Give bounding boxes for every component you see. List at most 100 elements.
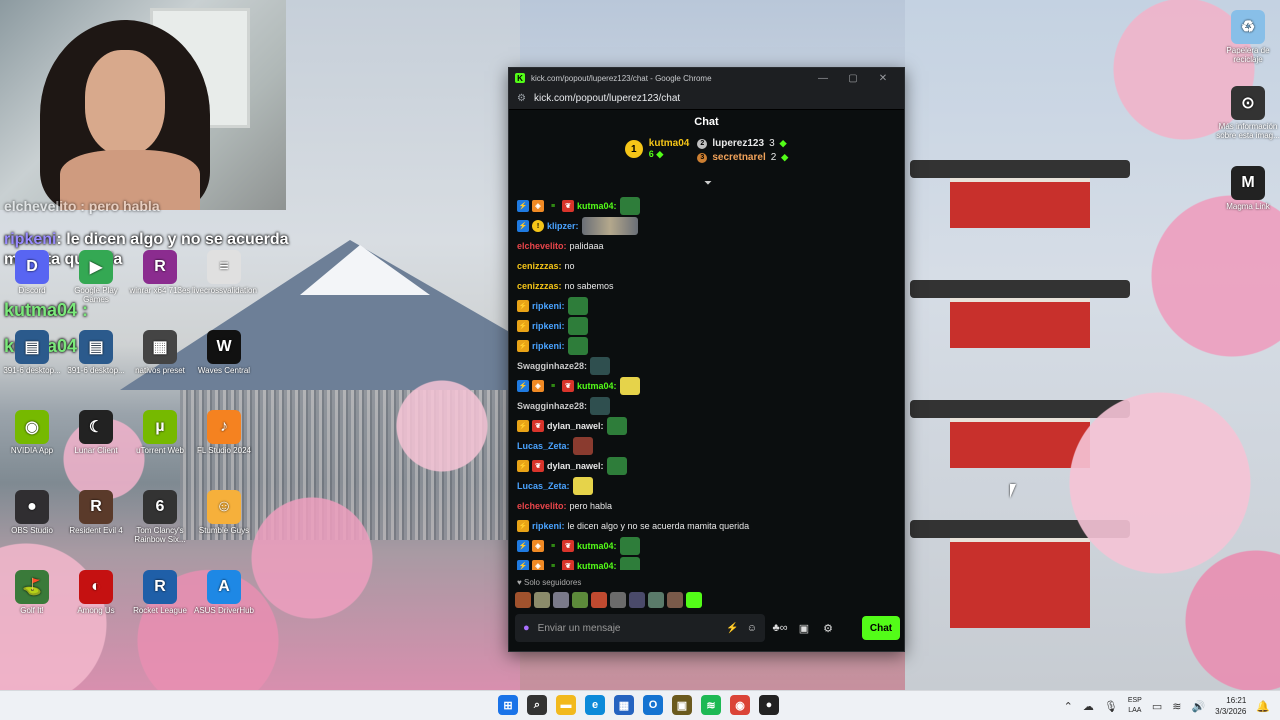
user-badge-icon[interactable]: ⚡ bbox=[517, 300, 529, 312]
desktop-icon[interactable]: ☺ Stumble Guys bbox=[192, 490, 256, 535]
chat-username[interactable]: Lucas_Zeta: bbox=[517, 441, 570, 451]
emote-shortcut[interactable] bbox=[610, 592, 626, 608]
chat-emote[interactable] bbox=[567, 297, 588, 315]
search-icon[interactable]: ⌕ bbox=[527, 695, 547, 715]
chat-username[interactable]: kutma04: bbox=[577, 201, 617, 211]
clock[interactable]: 16:21 3/3/2026 bbox=[1215, 695, 1246, 717]
chat-message[interactable]: ⚡ ripkeni: bbox=[517, 296, 897, 316]
chat-username[interactable]: kutma04: bbox=[577, 381, 617, 391]
user-badge-icon[interactable]: ≡ bbox=[547, 560, 559, 570]
chat-username[interactable]: elchevelito: bbox=[517, 241, 567, 251]
chat-message[interactable]: cenizzzas: no bbox=[517, 256, 897, 276]
emote-shortcut[interactable] bbox=[553, 592, 569, 608]
user-badge-icon[interactable]: ◈ bbox=[532, 200, 544, 212]
chat-username[interactable]: dylan_nawel: bbox=[547, 461, 604, 471]
desktop-icon[interactable]: ▤ 391-6 desktop... bbox=[64, 330, 128, 375]
emote-shortcut[interactable] bbox=[648, 592, 664, 608]
collapse-pinned-icon[interactable]: ⏷ bbox=[704, 178, 712, 189]
chat-emote[interactable] bbox=[590, 397, 611, 415]
chat-username[interactable]: ripkeni: bbox=[532, 301, 565, 311]
user-badge-icon[interactable]: ⚡ bbox=[517, 340, 529, 352]
user-badge-icon[interactable]: ❦ bbox=[562, 200, 574, 212]
user-badge-icon[interactable]: ❦ bbox=[562, 380, 574, 392]
user-badge-icon[interactable]: ❦ bbox=[532, 460, 544, 472]
file-explorer-icon[interactable]: ▬ bbox=[556, 695, 576, 715]
chat-message[interactable]: ⚡ ◈ ≡ ❦ kutma04: bbox=[517, 196, 897, 216]
spotify-icon[interactable]: ≋ bbox=[701, 695, 721, 715]
chat-input-placeholder[interactable]: Enviar un mensaje bbox=[538, 623, 719, 634]
user-badge-icon[interactable]: ❦ bbox=[562, 560, 574, 570]
user-badge-icon[interactable]: ! bbox=[532, 220, 544, 232]
chat-username[interactable]: ripkeni: bbox=[532, 341, 565, 351]
user-badge-icon[interactable]: ❦ bbox=[532, 420, 544, 432]
user-badge-icon[interactable]: ≡ bbox=[547, 540, 559, 552]
chevron-up-icon[interactable]: ⌃ bbox=[1064, 700, 1073, 713]
calculator-icon[interactable]: ▦ bbox=[614, 695, 634, 715]
microphone-icon[interactable]: 🎙 bbox=[1104, 700, 1118, 713]
chat-emote[interactable] bbox=[567, 337, 588, 355]
chat-emote[interactable] bbox=[619, 537, 640, 555]
url-text[interactable]: kick.com/popout/luperez123/chat bbox=[534, 93, 680, 104]
desktop-icon[interactable]: A ASUS DriverHub bbox=[192, 570, 256, 615]
desktop-icon[interactable]: 6 Tom Clancy's Rainbow Six... bbox=[128, 490, 192, 544]
emote-shortcut[interactable] bbox=[515, 592, 531, 608]
chat-username[interactable]: ripkeni: bbox=[532, 321, 565, 331]
user-badge-icon[interactable]: ≡ bbox=[547, 200, 559, 212]
emote-shortcut[interactable] bbox=[534, 592, 550, 608]
user-badge-icon[interactable]: ⚡ bbox=[517, 320, 529, 332]
chat-message[interactable]: elchevelito: palidaaa bbox=[517, 236, 897, 256]
desktop-icon[interactable]: µ uTorrent Web bbox=[128, 410, 192, 455]
desktop-icon[interactable]: Rwinrar x64 713es bbox=[128, 250, 192, 295]
address-bar[interactable]: ⚙ kick.com/popout/luperez123/chat bbox=[509, 88, 904, 110]
chat-emote[interactable] bbox=[567, 317, 588, 335]
chat-message[interactable]: elchevelito: pero habla bbox=[517, 496, 897, 516]
chat-message[interactable]: Lucas_Zeta: bbox=[517, 436, 897, 456]
chat-emote[interactable] bbox=[619, 557, 640, 570]
close-button[interactable]: ✕ bbox=[868, 73, 898, 84]
desktop-icon[interactable]: ▤ 391-6 desktop... bbox=[0, 330, 64, 375]
chat-username[interactable]: dylan_nawel: bbox=[547, 421, 604, 431]
display-icon[interactable]: ▭ bbox=[1152, 700, 1162, 713]
chrome-icon[interactable]: ◉ bbox=[730, 695, 750, 715]
recent-emotes-bar[interactable] bbox=[515, 592, 702, 608]
chat-emote[interactable] bbox=[606, 417, 627, 435]
emote-shortcut[interactable] bbox=[591, 592, 607, 608]
chat-message[interactable]: ⚡ ripkeni: bbox=[517, 316, 897, 336]
emote-shortcut[interactable] bbox=[629, 592, 645, 608]
emote-picker-icon[interactable]: ☺ bbox=[747, 623, 757, 634]
chat-message[interactable]: Swagginhaze28: bbox=[517, 396, 897, 416]
title-bar[interactable]: K kick.com/popout/luperez123/chat - Goog… bbox=[509, 68, 904, 88]
settings-gear-icon[interactable]: ⚙ bbox=[819, 622, 837, 635]
user-badge-icon[interactable]: ⚡ bbox=[517, 540, 529, 552]
desktop-icon[interactable]: ◉ NVIDIA App bbox=[0, 410, 64, 455]
chat-emote[interactable] bbox=[590, 357, 611, 375]
chat-emote[interactable] bbox=[572, 477, 593, 495]
chat-message[interactable]: ⚡! klipzer: bbox=[517, 216, 897, 236]
desktop-icon[interactable]: ☾ Lunar Client bbox=[64, 410, 128, 455]
channel-points-icon[interactable]: ♣∞ bbox=[771, 622, 789, 634]
start-icon[interactable]: ⊞ bbox=[498, 695, 518, 715]
desktop-icon[interactable]: ▦ nativos preset bbox=[128, 330, 192, 375]
edge-icon[interactable]: e bbox=[585, 695, 605, 715]
user-badge-icon[interactable]: ⚡ bbox=[517, 520, 529, 532]
desktop-icon[interactable]: ⊙ Más información sobre esta imag... bbox=[1216, 86, 1280, 140]
gift-icon[interactable]: ▣ bbox=[795, 622, 813, 635]
chat-username[interactable]: cenizzzas: bbox=[517, 281, 562, 291]
mic-icon[interactable]: ● bbox=[523, 622, 530, 634]
chat-message[interactable]: Lucas_Zeta: bbox=[517, 476, 897, 496]
emote-shortcut[interactable] bbox=[572, 592, 588, 608]
desktop-icon[interactable]: R Rocket League bbox=[128, 570, 192, 615]
language-indicator[interactable]: ESP LAA bbox=[1128, 696, 1142, 716]
desktop-icon[interactable]: ⛳ Golf It! bbox=[0, 570, 64, 615]
chat-message[interactable]: ⚡ ◈ ≡ ❦ kutma04: bbox=[517, 536, 897, 556]
chat-username[interactable]: kutma04: bbox=[577, 541, 617, 551]
desktop-icon[interactable]: ♻ Papelera de reciclaje bbox=[1216, 10, 1280, 64]
chat-emote[interactable] bbox=[572, 437, 593, 455]
user-badge-icon[interactable]: ⚡ bbox=[517, 420, 529, 432]
desktop-icon[interactable]: R Resident Evil 4 bbox=[64, 490, 128, 535]
user-badge-icon[interactable]: ❦ bbox=[562, 540, 574, 552]
leaderboard-third[interactable]: 3 secretnarel 2 ◆ bbox=[697, 152, 788, 163]
desktop-icon[interactable]: ● OBS Studio bbox=[0, 490, 64, 535]
user-badge-icon[interactable]: ◈ bbox=[532, 540, 544, 552]
chat-emote[interactable] bbox=[581, 217, 638, 235]
